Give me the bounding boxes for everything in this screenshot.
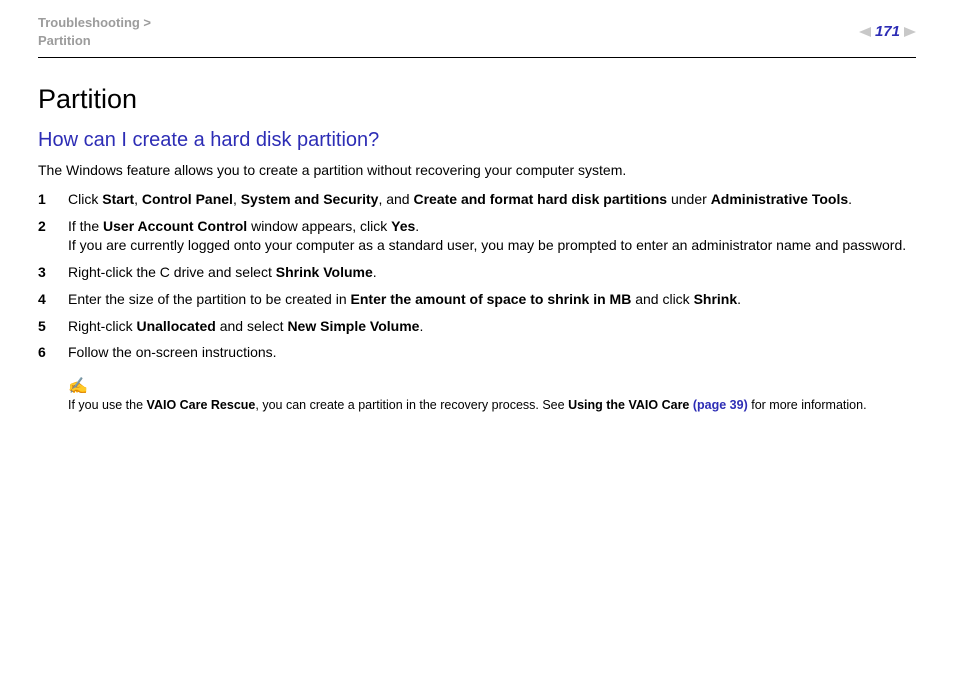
step-1: Click Start, Control Panel, System and S… [38, 190, 916, 209]
page-link[interactable]: (page 39) [693, 398, 748, 412]
page-navigation: 171 [859, 23, 916, 40]
step-2: If the User Account Control window appea… [38, 217, 916, 255]
step-6: Follow the on-screen instructions. [38, 343, 916, 362]
page-number: 171 [875, 23, 900, 40]
page-header: Troubleshooting > Partition 171 [38, 14, 916, 58]
note-icon: ✍ [68, 376, 916, 396]
section-heading: How can I create a hard disk partition? [38, 129, 916, 152]
step-4: Enter the size of the partition to be cr… [38, 290, 916, 309]
document-page: Troubleshooting > Partition 171 Partitio… [0, 0, 954, 412]
breadcrumb-current: Partition [38, 33, 91, 48]
step-3: Right-click the C drive and select Shrin… [38, 263, 916, 282]
page-title: Partition [38, 84, 916, 115]
breadcrumb-parent: Troubleshooting > [38, 15, 151, 30]
breadcrumb: Troubleshooting > Partition [38, 14, 151, 49]
intro-text: The Windows feature allows you to create… [38, 162, 916, 178]
steps-list: Click Start, Control Panel, System and S… [38, 190, 916, 362]
next-page-icon[interactable] [904, 27, 916, 37]
note-block: ✍ If you use the VAIO Care Rescue, you c… [38, 376, 916, 412]
prev-page-icon[interactable] [859, 27, 871, 37]
step-5: Right-click Unallocated and select New S… [38, 317, 916, 336]
